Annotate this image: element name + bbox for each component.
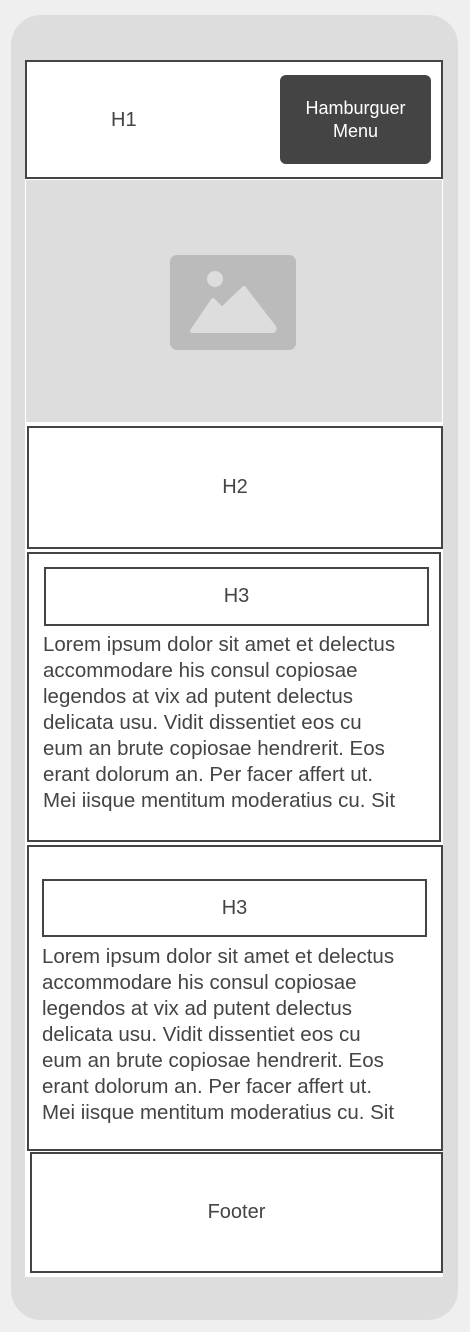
text-line: delicata usu. Vidit dissentiet eos cu [43, 711, 362, 734]
text-line: Mei iisque mentitum moderatius cu. Sit [42, 1101, 395, 1124]
page-title: H1 [111, 109, 137, 131]
article-1-body: Lorem ipsum dolor sit amet et delectus a… [43, 632, 395, 814]
text-line: erant dolorum an. Per facer affert ut. [42, 1075, 373, 1098]
text-line: Lorem ipsum dolor sit amet et delectus [42, 945, 395, 968]
article-2-heading-box: H3 [42, 879, 427, 937]
section-heading-box: H2 [27, 426, 443, 549]
menu-label-line2: Menu [332, 120, 379, 141]
footer: Footer [30, 1152, 443, 1273]
text-line: Lorem ipsum dolor sit amet et delectus [43, 633, 396, 656]
article-1-heading-box: H3 [44, 567, 429, 626]
text-line: eum an brute copiosae hendrerit. Eos [42, 1049, 384, 1072]
text-line: legendos at vix ad putent delectus [42, 997, 352, 1020]
text-line: Mei iisque mentitum moderatius cu. Sit [43, 789, 396, 812]
hamburger-menu-button[interactable]: Hamburguer Menu [280, 75, 431, 164]
article-2-heading: H3 [221, 896, 248, 919]
menu-label-line1: Hamburguer [305, 97, 406, 118]
text-line: accommodare his consul copiosae [42, 971, 357, 994]
text-line: accommodare his consul copiosae [43, 659, 358, 682]
article-1-heading: H3 [223, 585, 250, 607]
image-placeholder-icon [170, 255, 296, 350]
text-line: erant dolorum an. Per facer affert ut. [43, 763, 374, 786]
footer-label: Footer [207, 1201, 266, 1223]
text-line: eum an brute copiosae hendrerit. Eos [43, 737, 385, 760]
text-line: legendos at vix ad putent delectus [43, 685, 353, 708]
hero-image [26, 180, 442, 422]
text-line: delicata usu. Vidit dissentiet eos cu [42, 1023, 361, 1046]
section-heading: H2 [222, 476, 248, 498]
article-2-body: Lorem ipsum dolor sit amet et delectus a… [42, 944, 394, 1126]
